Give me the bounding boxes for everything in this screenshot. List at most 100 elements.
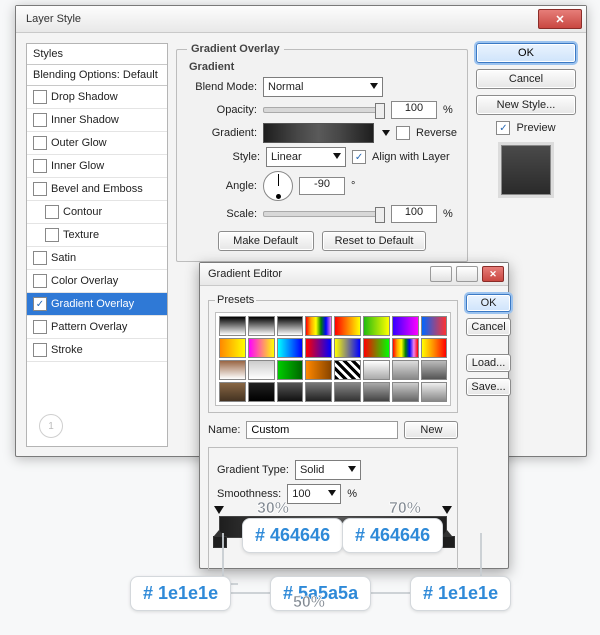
opacity-stop[interactable] [214,506,224,516]
step-badge: 1 [39,414,63,438]
preset-swatch[interactable] [392,316,419,336]
smoothness-input[interactable]: 100 [287,484,341,504]
checkbox-icon[interactable] [33,320,47,334]
sidebar-item-stroke[interactable]: Stroke [27,339,167,362]
sidebar-item-texture[interactable]: Texture [27,224,167,247]
checkbox-icon[interactable] [33,136,47,150]
make-default-button[interactable]: Make Default [218,231,314,251]
angle-dial[interactable] [263,171,293,201]
label-align: Align with Layer [372,151,450,163]
preset-swatch[interactable] [334,338,361,358]
preset-swatch[interactable] [219,382,246,402]
ge-load-button[interactable]: Load... [466,354,510,372]
slider-thumb[interactable] [375,207,385,223]
preset-swatch[interactable] [392,338,419,358]
preset-swatch[interactable] [305,338,332,358]
ge-ok-button[interactable]: OK [466,294,510,312]
preset-swatch[interactable] [219,316,246,336]
percent-label: % [443,104,457,116]
sidebar-item-drop-shadow[interactable]: Drop Shadow [27,86,167,109]
blend-mode-value: Normal [268,81,303,93]
sidebar-item-contour[interactable]: Contour [27,201,167,224]
chevron-down-icon[interactable] [382,130,390,136]
blend-mode-select[interactable]: Normal [263,77,383,97]
preset-swatch[interactable] [277,360,304,380]
minimize-icon[interactable] [430,266,452,282]
opacity-value[interactable]: 100 [391,101,437,119]
preset-swatch[interactable] [219,360,246,380]
preset-swatch[interactable] [277,338,304,358]
sidebar-item-satin[interactable]: Satin [27,247,167,270]
reverse-checkbox[interactable] [396,126,410,140]
sidebar-item-bevel-emboss[interactable]: Bevel and Emboss [27,178,167,201]
sidebar-header-blending[interactable]: Blending Options: Default [27,65,167,86]
preset-swatch[interactable] [305,382,332,402]
preset-swatch[interactable] [334,382,361,402]
window-close-button[interactable]: ✕ [538,9,582,29]
checkbox-icon[interactable] [33,343,47,357]
slider-thumb[interactable] [375,103,385,119]
sidebar-header-styles[interactable]: Styles [27,44,167,65]
style-select[interactable]: Linear [266,147,346,167]
preset-swatch[interactable] [421,316,448,336]
preset-swatch[interactable] [277,382,304,402]
scale-value[interactable]: 100 [391,205,437,223]
close-icon[interactable]: ✕ [482,266,504,282]
sidebar-item-inner-glow[interactable]: Inner Glow [27,155,167,178]
preset-swatch[interactable] [334,360,361,380]
sidebar-item-pattern-overlay[interactable]: Pattern Overlay [27,316,167,339]
maximize-icon[interactable] [456,266,478,282]
preset-swatch[interactable] [363,360,390,380]
sidebar-item-inner-shadow[interactable]: Inner Shadow [27,109,167,132]
sidebar-item-gradient-overlay[interactable]: ✓Gradient Overlay [27,293,167,316]
color-stop[interactable] [441,536,453,548]
preset-swatch[interactable] [248,360,275,380]
preset-swatch[interactable] [421,382,448,402]
checkbox-icon[interactable] [45,205,59,219]
name-input[interactable] [246,421,398,439]
annotation-color-464646-b: # 464646 [342,518,443,553]
preview-toggle[interactable]: ✓ Preview [476,121,576,135]
checkbox-icon[interactable] [33,251,47,265]
checkbox-icon[interactable]: ✓ [33,297,47,311]
label-opacity: Opacity: [187,104,257,116]
preset-swatch[interactable] [248,316,275,336]
preset-swatch[interactable] [392,360,419,380]
preview-checkbox[interactable]: ✓ [496,121,510,135]
ge-save-button[interactable]: Save... [466,378,510,396]
checkbox-icon[interactable] [33,90,47,104]
preset-swatch[interactable] [248,338,275,358]
preset-swatch[interactable] [248,382,275,402]
preset-swatch[interactable] [363,316,390,336]
checkbox-icon[interactable] [33,113,47,127]
preset-swatch[interactable] [421,338,448,358]
ok-button[interactable]: OK [476,43,576,63]
ge-cancel-button[interactable]: Cancel [466,318,510,336]
checkbox-icon[interactable] [33,274,47,288]
cancel-button[interactable]: Cancel [476,69,576,89]
preset-swatch[interactable] [421,360,448,380]
sidebar-item-color-overlay[interactable]: Color Overlay [27,270,167,293]
preset-swatch[interactable] [392,382,419,402]
checkbox-icon[interactable] [33,159,47,173]
opacity-slider[interactable] [263,107,385,113]
checkbox-icon[interactable] [33,182,47,196]
scale-slider[interactable] [263,211,385,217]
align-checkbox[interactable]: ✓ [352,150,366,164]
checkbox-icon[interactable] [45,228,59,242]
new-style-button[interactable]: New Style... [476,95,576,115]
preset-swatch[interactable] [277,316,304,336]
new-preset-button[interactable]: New [404,421,458,439]
preset-swatch[interactable] [305,360,332,380]
preset-swatch[interactable] [334,316,361,336]
gradient-swatch[interactable] [263,123,374,143]
preset-swatch[interactable] [363,382,390,402]
opacity-stop[interactable] [442,506,452,516]
preset-swatch[interactable] [219,338,246,358]
reset-default-button[interactable]: Reset to Default [322,231,427,251]
gtype-select[interactable]: Solid [295,460,361,480]
angle-value[interactable]: -90 [299,177,345,195]
sidebar-item-outer-glow[interactable]: Outer Glow [27,132,167,155]
preset-swatch[interactable] [305,316,332,336]
preset-swatch[interactable] [363,338,390,358]
